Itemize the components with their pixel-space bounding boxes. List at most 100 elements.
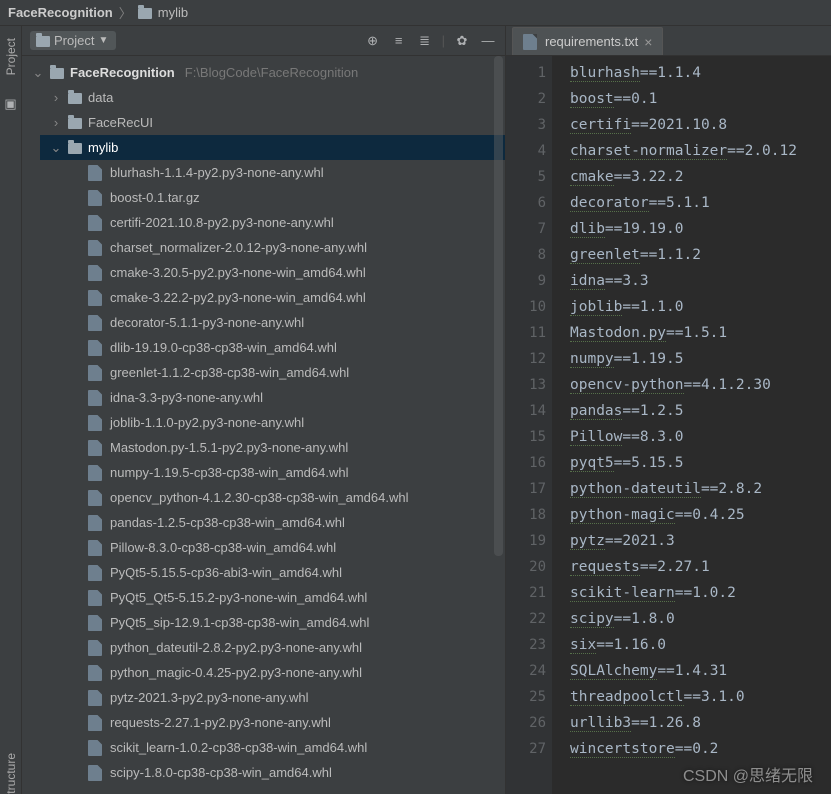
file-icon [88,440,102,456]
file-icon [88,215,102,231]
folder-icon: ▣ [2,95,20,113]
code-line[interactable]: wincertstore==0.2 [570,736,831,762]
tree-file[interactable]: numpy-1.19.5-cp38-cp38-win_amd64.whl [78,460,505,485]
scrollbar-thumb[interactable] [494,56,503,556]
tree-file[interactable]: charset_normalizer-2.0.12-py3-none-any.w… [78,235,505,260]
breadcrumb-root[interactable]: FaceRecognition [8,5,113,20]
code-line[interactable]: threadpoolctl==3.1.0 [570,684,831,710]
tree-file[interactable]: cmake-3.20.5-py2.py3-none-win_amd64.whl [78,260,505,285]
code-line[interactable]: python-magic==0.4.25 [570,502,831,528]
file-label: charset_normalizer-2.0.12-py3-none-any.w… [110,240,367,255]
chevron-down-icon: ▼ [98,35,108,46]
structure-tool-button[interactable]: tructure [4,753,18,794]
tree-file[interactable]: pytz-2021.3-py2.py3-none-any.whl [78,685,505,710]
code-line[interactable]: numpy==1.19.5 [570,346,831,372]
close-icon[interactable]: × [644,34,652,50]
file-icon [88,315,102,331]
tree-file[interactable]: idna-3.3-py3-none-any.whl [78,385,505,410]
tree-file[interactable]: cmake-3.22.2-py2.py3-none-win_amd64.whl [78,285,505,310]
tree-file[interactable]: Mastodon.py-1.5.1-py2.py3-none-any.whl [78,435,505,460]
project-tree[interactable]: ⌄ FaceRecognition F:\BlogCode\FaceRecogn… [22,56,505,794]
tree-file[interactable]: PyQt5-5.15.5-cp36-abi3-win_amd64.whl [78,560,505,585]
line-number: 27 [506,736,546,762]
tree-file[interactable]: PyQt5_sip-12.9.1-cp38-cp38-win_amd64.whl [78,610,505,635]
tree-file[interactable]: boost-0.1.tar.gz [78,185,505,210]
chevron-down-icon[interactable]: ⌄ [50,140,62,156]
code-line[interactable]: SQLAlchemy==1.4.31 [570,658,831,684]
editor[interactable]: 1234567891011121314151617181920212223242… [506,56,831,794]
code-line[interactable]: blurhash==1.1.4 [570,60,831,86]
code-content[interactable]: blurhash==1.1.4boost==0.1certifi==2021.1… [552,56,831,794]
code-line[interactable]: joblib==1.1.0 [570,294,831,320]
tree-file[interactable]: dlib-19.19.0-cp38-cp38-win_amd64.whl [78,335,505,360]
folder-icon [68,143,82,154]
code-line[interactable]: Pillow==8.3.0 [570,424,831,450]
code-line[interactable]: pandas==1.2.5 [570,398,831,424]
code-line[interactable]: boost==0.1 [570,86,831,112]
file-icon [88,590,102,606]
tree-file[interactable]: opencv_python-4.1.2.30-cp38-cp38-win_amd… [78,485,505,510]
panel-title: Project [54,33,94,48]
tree-file[interactable]: decorator-5.1.1-py3-none-any.whl [78,310,505,335]
tree-root[interactable]: ⌄ FaceRecognition F:\BlogCode\FaceRecogn… [22,60,505,85]
code-line[interactable]: six==1.16.0 [570,632,831,658]
expand-all-icon[interactable]: ≡ [390,32,408,50]
line-number: 2 [506,86,546,112]
code-line[interactable]: decorator==5.1.1 [570,190,831,216]
tree-file[interactable]: greenlet-1.1.2-cp38-cp38-win_amd64.whl [78,360,505,385]
code-line[interactable]: certifi==2021.10.8 [570,112,831,138]
editor-tab[interactable]: requirements.txt × [512,27,663,55]
project-view-selector[interactable]: Project ▼ [30,31,116,50]
code-line[interactable]: urllib3==1.26.8 [570,710,831,736]
code-line[interactable]: pyqt5==5.15.5 [570,450,831,476]
tree-file[interactable]: python_magic-0.4.25-py2.py3-none-any.whl [78,660,505,685]
file-icon [88,340,102,356]
code-line[interactable]: opencv-python==4.1.2.30 [570,372,831,398]
tree-file[interactable]: pandas-1.2.5-cp38-cp38-win_amd64.whl [78,510,505,535]
file-icon [88,240,102,256]
code-line[interactable]: requests==2.27.1 [570,554,831,580]
code-line[interactable]: idna==3.3 [570,268,831,294]
line-number: 17 [506,476,546,502]
collapse-all-icon[interactable]: ≣ [416,32,434,50]
tree-file[interactable]: scikit_learn-1.0.2-cp38-cp38-win_amd64.w… [78,735,505,760]
project-tool-button[interactable]: Project [4,38,18,75]
tree-file[interactable]: joblib-1.1.0-py2.py3-none-any.whl [78,410,505,435]
hide-icon[interactable]: — [479,32,497,50]
breadcrumb-sub[interactable]: mylib [158,5,188,20]
gear-icon[interactable]: ✿ [453,32,471,50]
code-line[interactable]: Mastodon.py==1.5.1 [570,320,831,346]
code-line[interactable]: greenlet==1.1.2 [570,242,831,268]
code-line[interactable]: python-dateutil==2.8.2 [570,476,831,502]
folder-icon [50,68,64,79]
tree-file[interactable]: scipy-1.8.0-cp38-cp38-win_amd64.whl [78,760,505,785]
tree-folder[interactable]: › data [40,85,505,110]
tree-file[interactable]: python_dateutil-2.8.2-py2.py3-none-any.w… [78,635,505,660]
code-line[interactable]: pytz==2021.3 [570,528,831,554]
file-label: cmake-3.20.5-py2.py3-none-win_amd64.whl [110,265,366,280]
tree-folder-selected[interactable]: ⌄ mylib [40,135,505,160]
file-label: PyQt5_Qt5-5.15.2-py3-none-win_amd64.whl [110,590,367,605]
file-label: certifi-2021.10.8-py2.py3-none-any.whl [110,215,334,230]
code-line[interactable]: cmake==3.22.2 [570,164,831,190]
code-line[interactable]: dlib==19.19.0 [570,216,831,242]
locate-icon[interactable]: ⊕ [364,32,382,50]
code-line[interactable]: scipy==1.8.0 [570,606,831,632]
file-label: joblib-1.1.0-py2.py3-none-any.whl [110,415,304,430]
chevron-right-icon[interactable]: › [50,115,62,130]
file-label: blurhash-1.1.4-py2.py3-none-any.whl [110,165,324,180]
tree-file[interactable]: certifi-2021.10.8-py2.py3-none-any.whl [78,210,505,235]
tree-folder[interactable]: › FaceRecUI [40,110,505,135]
file-label: decorator-5.1.1-py3-none-any.whl [110,315,304,330]
code-line[interactable]: scikit-learn==1.0.2 [570,580,831,606]
chevron-right-icon[interactable]: › [50,90,62,105]
tree-file[interactable]: requests-2.27.1-py2.py3-none-any.whl [78,710,505,735]
line-number: 3 [506,112,546,138]
tree-file[interactable]: blurhash-1.1.4-py2.py3-none-any.whl [78,160,505,185]
tree-file[interactable]: Pillow-8.3.0-cp38-cp38-win_amd64.whl [78,535,505,560]
line-number: 13 [506,372,546,398]
chevron-down-icon[interactable]: ⌄ [32,65,44,81]
tree-file[interactable]: PyQt5_Qt5-5.15.2-py3-none-win_amd64.whl [78,585,505,610]
code-line[interactable]: charset-normalizer==2.0.12 [570,138,831,164]
chevron-right-icon: 〉 [119,3,132,22]
